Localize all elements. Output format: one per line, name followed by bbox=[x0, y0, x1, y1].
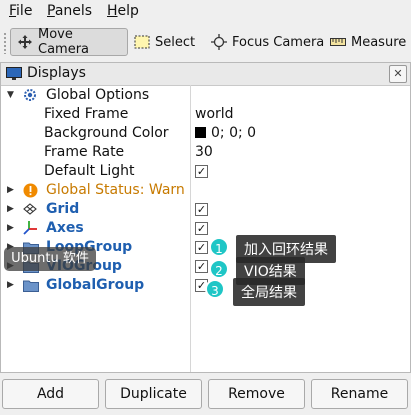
annotation-callout-3: 全局结果 bbox=[233, 278, 305, 306]
tree-row-frame-rate[interactable]: Frame Rate 30 bbox=[1, 143, 410, 162]
menu-help[interactable]: Help bbox=[107, 3, 139, 19]
fixed-frame-label: Fixed Frame bbox=[44, 106, 129, 122]
tree-row-default-light[interactable]: Default Light ✓ bbox=[1, 162, 410, 181]
menu-bar: File Panels Help bbox=[0, 0, 411, 24]
gear-icon bbox=[24, 89, 36, 101]
toolbar-grip[interactable] bbox=[3, 32, 7, 54]
grid-checkbox[interactable]: ✓ bbox=[195, 203, 208, 216]
tree-row-axes[interactable]: ▶ Axes ✓ bbox=[1, 219, 410, 238]
select-icon bbox=[134, 35, 150, 49]
loopgroup-checkbox[interactable]: ✓ bbox=[195, 241, 208, 254]
displays-panel-title: Displays bbox=[27, 65, 86, 81]
background-color-value[interactable]: 0; 0; 0 bbox=[195, 125, 256, 141]
tree-row-global-options[interactable]: ▼ Global Options bbox=[1, 86, 410, 105]
measure-button[interactable]: Measure bbox=[330, 28, 406, 56]
grid-label: Grid bbox=[46, 201, 80, 217]
ubuntu-software-tooltip: Ubuntu 软件 bbox=[4, 247, 96, 271]
displays-tree: ▼ Global Options Fixed Frame world Backg… bbox=[1, 85, 410, 372]
frame-rate-label: Frame Rate bbox=[44, 144, 125, 160]
expand-down-icon[interactable]: ▼ bbox=[7, 90, 14, 100]
frame-rate-value[interactable]: 30 bbox=[195, 144, 213, 160]
displays-panel-header: Displays ✕ bbox=[1, 63, 410, 86]
tree-row-fixed-frame[interactable]: Fixed Frame world bbox=[1, 105, 410, 124]
focus-camera-icon bbox=[211, 34, 227, 50]
duplicate-button[interactable]: Duplicate bbox=[105, 379, 202, 409]
axes-label: Axes bbox=[46, 220, 84, 236]
move-camera-icon bbox=[18, 35, 32, 49]
annotation-badge-3: 3 bbox=[205, 279, 225, 299]
global-status-label: Global Status: Warn bbox=[46, 182, 185, 198]
add-button[interactable]: Add bbox=[2, 379, 99, 409]
default-light-label: Default Light bbox=[44, 163, 135, 179]
menu-panels[interactable]: Panels bbox=[47, 3, 92, 19]
folder-icon bbox=[23, 280, 39, 292]
axes-icon bbox=[23, 221, 37, 235]
tree-row-global-status[interactable]: ▶ Global Status: Warn bbox=[1, 181, 410, 200]
annotation-badge-2: 2 bbox=[209, 259, 229, 279]
displays-panel: Displays ✕ ▼ Global Options Fixed Frame … bbox=[0, 62, 411, 373]
select-button[interactable]: Select bbox=[134, 28, 195, 56]
remove-button[interactable]: Remove bbox=[208, 379, 305, 409]
annotation-badge-1: 1 bbox=[209, 237, 229, 257]
tree-row-grid[interactable]: ▶ Grid ✓ bbox=[1, 200, 410, 219]
tool-bar: Move Camera Select Focus Camera Measure bbox=[0, 24, 411, 63]
viogroup-checkbox[interactable]: ✓ bbox=[195, 260, 208, 273]
expand-right-icon[interactable]: ▶ bbox=[7, 223, 14, 233]
ruler-icon bbox=[330, 38, 346, 46]
background-color-label: Background Color bbox=[44, 125, 169, 141]
rename-button[interactable]: Rename bbox=[311, 379, 408, 409]
axes-checkbox[interactable]: ✓ bbox=[195, 222, 208, 235]
default-light-checkbox[interactable]: ✓ bbox=[195, 165, 208, 178]
tree-row-background-color[interactable]: Background Color 0; 0; 0 bbox=[1, 124, 410, 143]
close-icon[interactable]: ✕ bbox=[389, 65, 407, 83]
menu-file[interactable]: File bbox=[9, 3, 32, 19]
globalgroup-label: GlobalGroup bbox=[46, 277, 145, 293]
global-options-label: Global Options bbox=[46, 87, 150, 103]
monitor-icon bbox=[6, 67, 22, 80]
move-camera-button[interactable]: Move Camera bbox=[10, 27, 128, 57]
grid-icon bbox=[23, 203, 37, 215]
fixed-frame-value[interactable]: world bbox=[195, 106, 234, 122]
expand-right-icon[interactable]: ▶ bbox=[7, 280, 14, 290]
warning-icon bbox=[23, 183, 38, 198]
focus-camera-button[interactable]: Focus Camera bbox=[211, 28, 324, 56]
color-swatch[interactable] bbox=[195, 127, 206, 138]
expand-right-icon[interactable]: ▶ bbox=[7, 204, 14, 214]
expand-right-icon[interactable]: ▶ bbox=[7, 185, 14, 195]
